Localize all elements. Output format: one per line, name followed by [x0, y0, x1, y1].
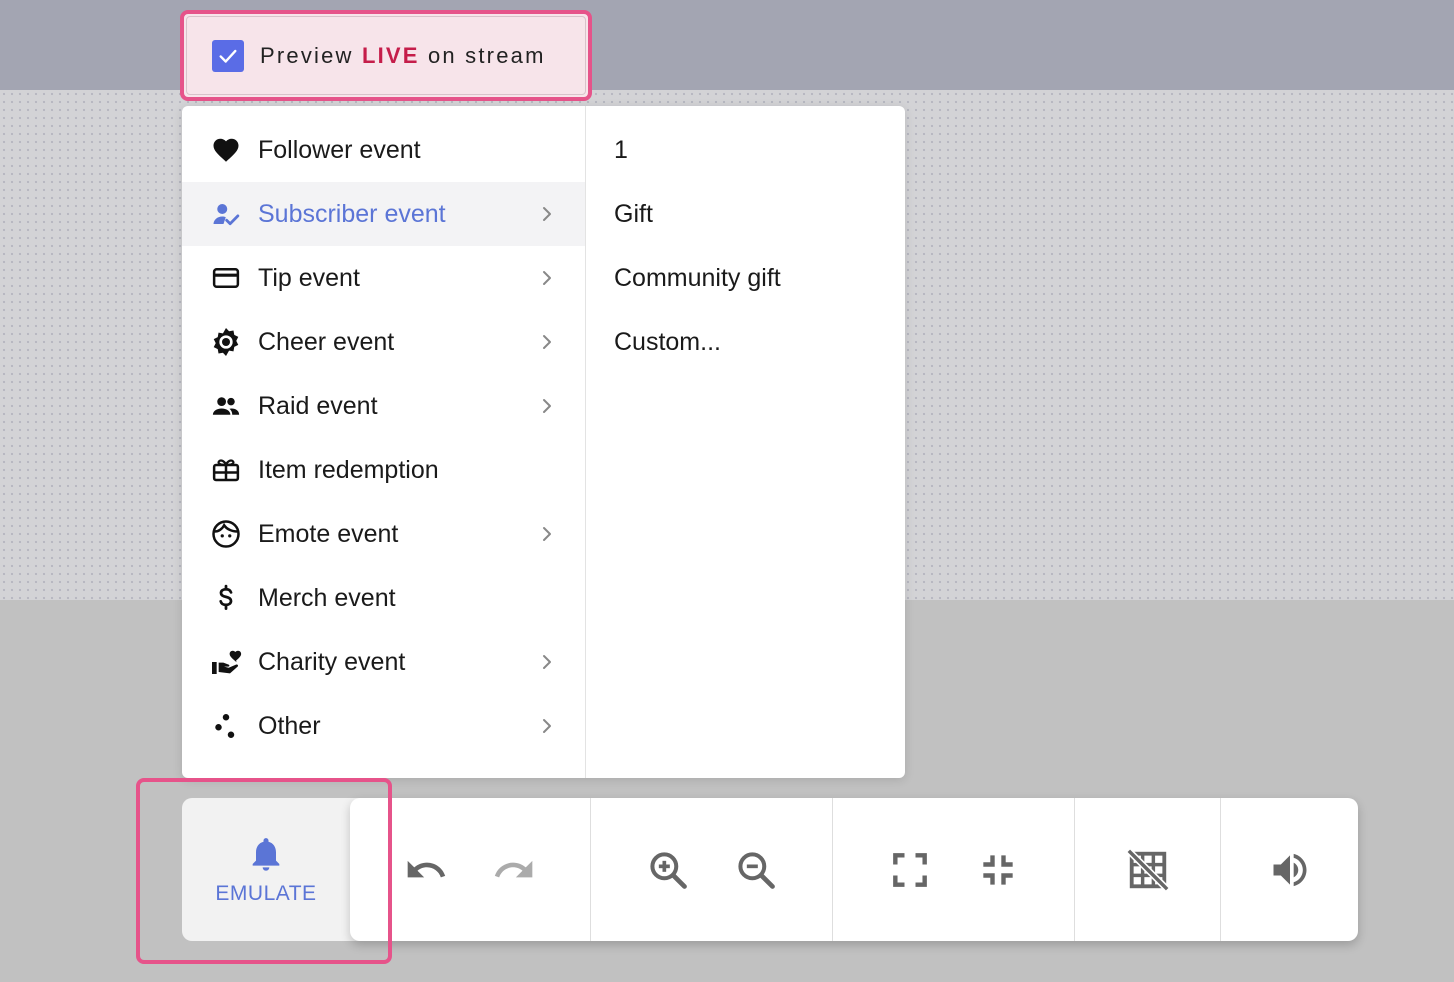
- chevron-right-icon: [543, 655, 551, 669]
- volume-icon: [1273, 853, 1306, 886]
- fullscreen-button[interactable]: [886, 846, 934, 894]
- chevron-right-icon: [543, 207, 551, 221]
- live-word: LIVE: [361, 42, 420, 68]
- menu-item-cheer[interactable]: Cheer event: [182, 310, 585, 374]
- gift-box-icon: [210, 454, 242, 486]
- person-check-icon: [210, 198, 242, 230]
- bell-icon: [252, 837, 280, 871]
- credit-card-icon: [210, 262, 242, 294]
- exit-fullscreen-icon: [982, 854, 1013, 885]
- chevron-right-icon: [543, 719, 551, 733]
- submenu-item-gift[interactable]: Gift: [586, 182, 905, 246]
- menu-item-subscriber[interactable]: Subscriber event: [182, 182, 585, 246]
- menu-item-raid[interactable]: Raid event: [182, 374, 585, 438]
- submenu-item-custom[interactable]: Custom...: [586, 310, 905, 374]
- menu-item-merch[interactable]: Merch event: [182, 566, 585, 630]
- menu-item-label: Cheer event: [258, 327, 395, 356]
- chevron-right-icon: [543, 527, 551, 541]
- zoom-in-button[interactable]: [644, 846, 692, 894]
- emulate-button[interactable]: EMULATE: [182, 798, 372, 941]
- menu-item-label: Other: [258, 711, 321, 740]
- fullscreen-group: [833, 798, 1075, 941]
- submenu-item-community-gift[interactable]: Community gift: [586, 246, 905, 310]
- preview-label: Preview LIVE on stream: [260, 43, 546, 69]
- subscriber-submenu: 1 Gift Community gift Custom...: [586, 106, 905, 778]
- zoom-out-button[interactable]: [732, 846, 780, 894]
- audio-group: [1221, 798, 1358, 941]
- dollar-icon: [210, 582, 242, 614]
- preview-live-toggle[interactable]: Preview LIVE on stream: [180, 10, 592, 101]
- preview-label-text: Preview: [260, 42, 362, 68]
- preview-checkbox[interactable]: [212, 39, 244, 72]
- menu-item-label: Raid event: [258, 391, 378, 420]
- menu-item-item-redemption[interactable]: Item redemption: [182, 438, 585, 502]
- chevron-right-icon: [543, 399, 551, 413]
- redo-button[interactable]: [490, 846, 538, 894]
- group-icon: [210, 390, 242, 422]
- chevron-right-icon: [543, 271, 551, 285]
- heart-icon: [210, 134, 242, 166]
- chevron-right-icon: [543, 335, 551, 349]
- preview-label-suffix: on stream: [419, 42, 546, 68]
- menu-item-label: Emote event: [258, 519, 399, 548]
- emulate-event-menu: Follower event Subscriber event Tip even: [182, 106, 905, 778]
- volume-button[interactable]: [1266, 846, 1314, 894]
- redo-icon: [494, 860, 533, 877]
- menu-item-label: Follower event: [258, 135, 421, 164]
- menu-item-label: Subscriber event: [258, 199, 446, 228]
- gear-burst-icon: [210, 326, 242, 358]
- grid-toggle-button[interactable]: [1124, 846, 1172, 894]
- face-icon: [210, 518, 242, 550]
- menu-item-tip[interactable]: Tip event: [182, 246, 585, 310]
- submenu-item-1[interactable]: 1: [586, 118, 905, 182]
- zoom-out-icon: [737, 851, 775, 889]
- checkmark-icon: [219, 49, 237, 63]
- exit-fullscreen-button[interactable]: [974, 846, 1022, 894]
- menu-item-emote[interactable]: Emote event: [182, 502, 585, 566]
- menu-item-label: Item redemption: [258, 455, 439, 484]
- event-type-list: Follower event Subscriber event Tip even: [182, 106, 586, 778]
- emulate-label: EMULATE: [215, 881, 317, 905]
- dots-icon: [210, 710, 242, 742]
- undo-icon: [407, 860, 446, 877]
- zoom-group: [591, 798, 833, 941]
- menu-item-charity[interactable]: Charity event: [182, 630, 585, 694]
- zoom-in-icon: [649, 851, 687, 889]
- undo-button[interactable]: [402, 846, 450, 894]
- menu-item-label: Tip event: [258, 263, 360, 292]
- fullscreen-icon: [892, 852, 927, 887]
- editor-toolbar: [350, 798, 1358, 941]
- menu-item-label: Charity event: [258, 647, 406, 676]
- menu-item-other[interactable]: Other: [182, 694, 585, 758]
- hand-heart-icon: [210, 646, 242, 678]
- grid-group: [1075, 798, 1221, 941]
- menu-item-follower[interactable]: Follower event: [182, 118, 585, 182]
- history-group: [350, 798, 591, 941]
- menu-item-label: Merch event: [258, 583, 396, 612]
- grid-off-icon: [1125, 847, 1170, 892]
